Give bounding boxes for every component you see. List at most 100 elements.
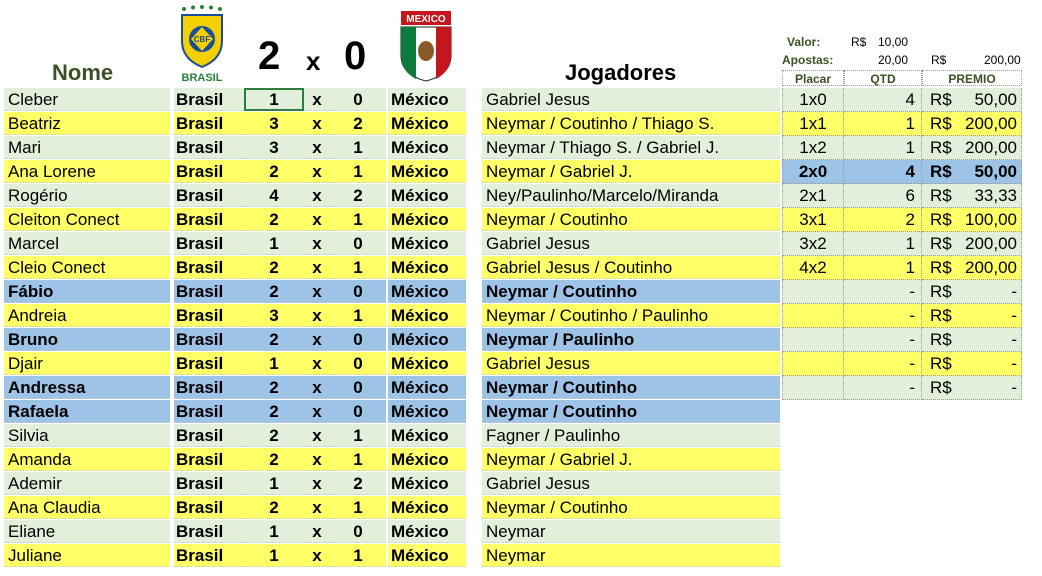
players-cell[interactable]: Neymar / Coutinho: [482, 280, 780, 303]
prize-placar-cell[interactable]: [782, 304, 844, 328]
name-cell[interactable]: Ana Claudia: [4, 496, 170, 519]
name-cell[interactable]: Ana Lorene: [4, 160, 170, 183]
away-goals-cell[interactable]: 0: [330, 232, 386, 255]
away-goals-cell[interactable]: 1: [330, 256, 386, 279]
players-cell[interactable]: Fagner / Paulinho: [482, 424, 780, 447]
players-cell[interactable]: Gabriel Jesus: [482, 472, 780, 495]
versus-cell[interactable]: x: [304, 448, 330, 471]
away-team-cell[interactable]: México: [388, 376, 466, 399]
prize-premio-cell[interactable]: R$ 200,00: [922, 232, 1022, 256]
name-cell[interactable]: Juliane: [4, 544, 170, 567]
name-cell[interactable]: Mari: [4, 136, 170, 159]
away-goals-cell[interactable]: 0: [330, 376, 386, 399]
name-cell[interactable]: Cleio Conect: [4, 256, 170, 279]
away-goals-cell[interactable]: 1: [330, 544, 386, 567]
home-team-cell[interactable]: Brasil: [174, 256, 244, 279]
players-cell[interactable]: Ney/Paulinho/Marcelo/Miranda: [482, 184, 780, 207]
versus-cell[interactable]: x: [304, 472, 330, 495]
versus-cell[interactable]: x: [304, 160, 330, 183]
away-team-cell[interactable]: México: [388, 352, 466, 375]
prize-placar-cell[interactable]: 3x2: [782, 232, 844, 256]
prize-premio-cell[interactable]: R$ -: [922, 280, 1022, 304]
name-cell[interactable]: Djair: [4, 352, 170, 375]
versus-cell[interactable]: x: [304, 208, 330, 231]
name-cell[interactable]: Cleiton Conect: [4, 208, 170, 231]
prize-premio-cell[interactable]: R$ 33,33: [922, 184, 1022, 208]
home-team-cell[interactable]: Brasil: [174, 88, 244, 111]
away-goals-cell[interactable]: 1: [330, 136, 386, 159]
home-team-cell[interactable]: Brasil: [174, 136, 244, 159]
versus-cell[interactable]: x: [304, 328, 330, 351]
prize-placar-cell[interactable]: 1x2: [782, 136, 844, 160]
away-team-cell[interactable]: México: [388, 496, 466, 519]
players-cell[interactable]: Neymar / Paulinho: [482, 328, 780, 351]
name-cell[interactable]: Rogério: [4, 184, 170, 207]
versus-cell[interactable]: x: [304, 256, 330, 279]
away-team-cell[interactable]: México: [388, 184, 466, 207]
home-goals-cell[interactable]: 2: [244, 160, 304, 183]
versus-cell[interactable]: x: [304, 400, 330, 423]
prize-premio-cell[interactable]: R$ -: [922, 376, 1022, 400]
prize-qtd-cell[interactable]: 4: [844, 88, 922, 112]
players-cell[interactable]: Neymar: [482, 520, 780, 543]
prize-placar-cell[interactable]: [782, 352, 844, 376]
versus-cell[interactable]: x: [304, 352, 330, 375]
home-goals-cell[interactable]: 2: [244, 280, 304, 303]
prize-qtd-cell[interactable]: 1: [844, 136, 922, 160]
versus-cell[interactable]: x: [304, 112, 330, 135]
away-goals-cell[interactable]: 2: [330, 112, 386, 135]
home-team-cell[interactable]: Brasil: [174, 112, 244, 135]
name-cell[interactable]: Cleber: [4, 88, 170, 111]
prize-qtd-cell[interactable]: 1: [844, 112, 922, 136]
players-cell[interactable]: Gabriel Jesus: [482, 232, 780, 255]
name-cell[interactable]: Fábio: [4, 280, 170, 303]
home-team-cell[interactable]: Brasil: [174, 496, 244, 519]
away-team-cell[interactable]: México: [388, 280, 466, 303]
home-team-cell[interactable]: Brasil: [174, 544, 244, 567]
home-team-cell[interactable]: Brasil: [174, 520, 244, 543]
prize-placar-cell[interactable]: 2x1: [782, 184, 844, 208]
versus-cell[interactable]: x: [304, 376, 330, 399]
home-goals-cell[interactable]: 1: [244, 88, 304, 111]
away-goals-cell[interactable]: 0: [330, 520, 386, 543]
players-cell[interactable]: Gabriel Jesus: [482, 352, 780, 375]
versus-cell[interactable]: x: [304, 520, 330, 543]
home-goals-cell[interactable]: 3: [244, 304, 304, 327]
away-team-cell[interactable]: México: [388, 544, 466, 567]
versus-cell[interactable]: x: [304, 136, 330, 159]
home-goals-cell[interactable]: 2: [244, 208, 304, 231]
versus-cell[interactable]: x: [304, 232, 330, 255]
prize-premio-cell[interactable]: R$ -: [922, 304, 1022, 328]
prize-premio-cell[interactable]: R$ 100,00: [922, 208, 1022, 232]
away-team-cell[interactable]: México: [388, 232, 466, 255]
players-cell[interactable]: Neymar / Gabriel J.: [482, 448, 780, 471]
away-goals-cell[interactable]: 1: [330, 304, 386, 327]
prize-qtd-cell[interactable]: 1: [844, 232, 922, 256]
prize-placar-cell[interactable]: [782, 280, 844, 304]
prize-qtd-cell[interactable]: -: [844, 304, 922, 328]
away-goals-cell[interactable]: 2: [330, 184, 386, 207]
home-team-cell[interactable]: Brasil: [174, 304, 244, 327]
prize-qtd-cell[interactable]: -: [844, 280, 922, 304]
home-team-cell[interactable]: Brasil: [174, 472, 244, 495]
home-goals-cell[interactable]: 2: [244, 448, 304, 471]
away-goals-cell[interactable]: 0: [330, 400, 386, 423]
prize-premio-cell[interactable]: R$ -: [922, 328, 1022, 352]
prize-placar-cell[interactable]: 3x1: [782, 208, 844, 232]
away-team-cell[interactable]: México: [388, 424, 466, 447]
home-goals-cell[interactable]: 1: [244, 232, 304, 255]
home-team-cell[interactable]: Brasil: [174, 232, 244, 255]
away-goals-cell[interactable]: 0: [330, 328, 386, 351]
name-cell[interactable]: Ademir: [4, 472, 170, 495]
home-goals-cell[interactable]: 1: [244, 352, 304, 375]
players-cell[interactable]: Gabriel Jesus: [482, 88, 780, 111]
players-cell[interactable]: Neymar / Coutinho / Thiago S.: [482, 112, 780, 135]
prize-premio-cell[interactable]: R$ 50,00: [922, 160, 1022, 184]
prize-placar-cell[interactable]: 2x0: [782, 160, 844, 184]
home-goals-cell[interactable]: 1: [244, 520, 304, 543]
away-team-cell[interactable]: México: [388, 88, 466, 111]
away-team-cell[interactable]: México: [388, 136, 466, 159]
away-goals-cell[interactable]: 1: [330, 496, 386, 519]
home-team-cell[interactable]: Brasil: [174, 376, 244, 399]
home-goals-cell[interactable]: 3: [244, 136, 304, 159]
